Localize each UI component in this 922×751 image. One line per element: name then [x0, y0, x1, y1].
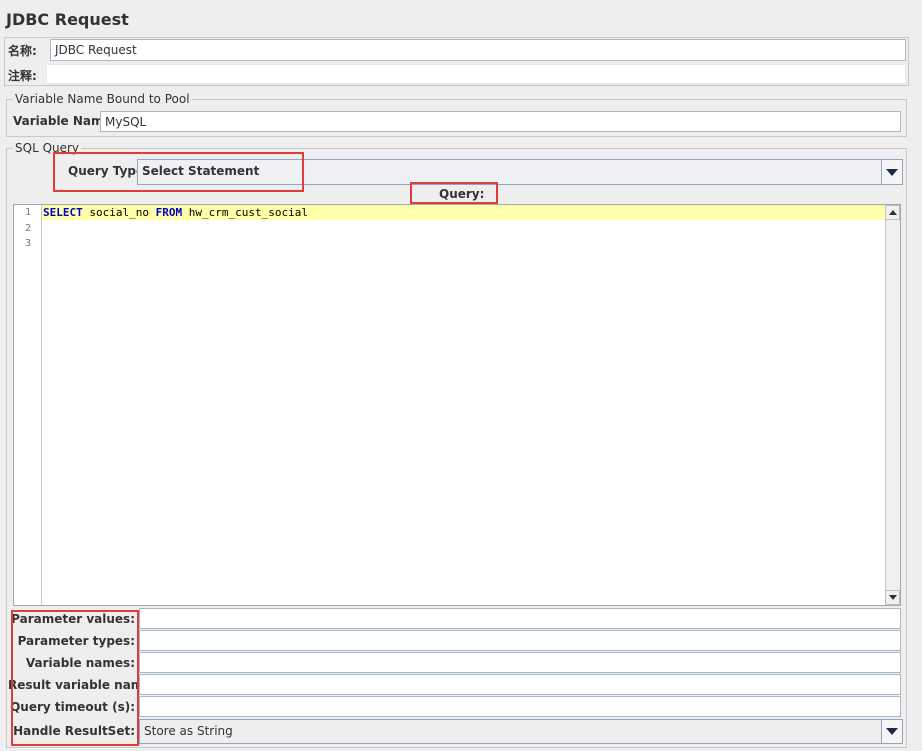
- sql-keyword: SELECT: [43, 206, 83, 219]
- line-number: 2: [24, 223, 31, 234]
- handle-resultset-dropdown-button[interactable]: [881, 719, 903, 744]
- comment-input[interactable]: [46, 64, 906, 84]
- sql-code-line[interactable]: SELECT social_no FROM hw_crm_cust_social: [43, 206, 308, 219]
- parameter-labels-highlight: [11, 610, 139, 746]
- sql-text: social_no: [82, 206, 156, 219]
- name-input[interactable]: JDBC Request: [50, 39, 906, 61]
- scroll-up-button[interactable]: [885, 205, 900, 220]
- parameter-types-input[interactable]: [139, 630, 901, 651]
- sql-editor[interactable]: [13, 204, 901, 606]
- arrow-down-icon: [888, 595, 897, 600]
- line-number: 1: [24, 207, 31, 218]
- query-timeout-input[interactable]: [139, 696, 901, 717]
- editor-scrollbar[interactable]: [885, 205, 900, 605]
- variable-name-input[interactable]: MySQL: [100, 111, 901, 132]
- sql-text: hw_crm_cust_social: [182, 206, 308, 219]
- pool-group-title: Variable Name Bound to Pool: [13, 92, 192, 106]
- result-variable-name-input[interactable]: [139, 674, 901, 695]
- arrow-up-icon: [888, 210, 897, 215]
- variable-names-input[interactable]: [139, 652, 901, 673]
- comment-label: 注释:: [8, 69, 37, 83]
- handle-resultset-select[interactable]: Store as String: [139, 719, 882, 744]
- line-number-gutter: [14, 205, 42, 605]
- chevron-down-icon: [886, 168, 898, 176]
- query-label-highlight: [410, 182, 498, 204]
- scroll-down-button[interactable]: [885, 590, 900, 605]
- query-type-dropdown-button[interactable]: [881, 159, 903, 185]
- line-number: 3: [24, 238, 31, 249]
- query-type-highlight: [53, 152, 304, 192]
- parameter-values-input[interactable]: [139, 608, 901, 629]
- page-title: JDBC Request: [6, 10, 129, 29]
- sql-keyword: FROM: [155, 206, 183, 219]
- chevron-down-icon: [886, 728, 898, 735]
- name-label: 名称:: [8, 44, 37, 58]
